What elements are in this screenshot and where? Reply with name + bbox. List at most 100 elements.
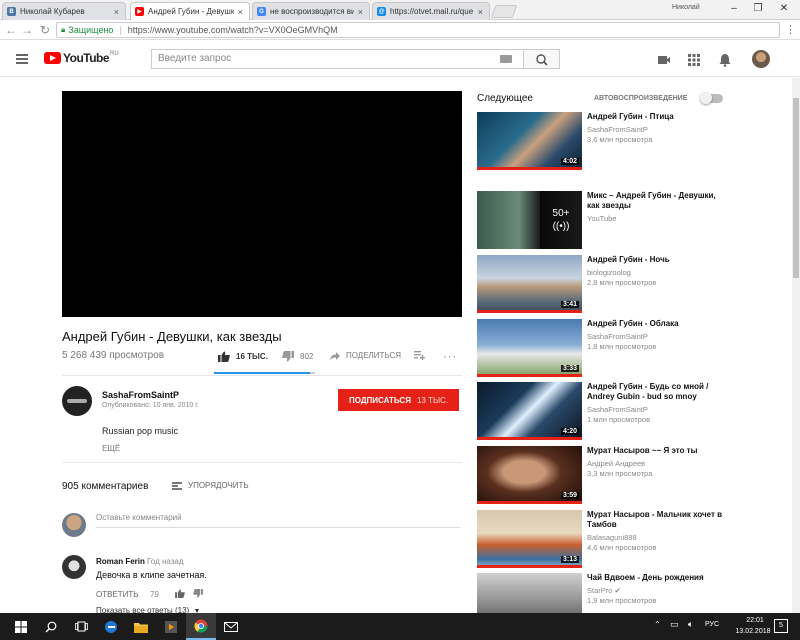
video-thumbnail[interactable]: 4:02 (477, 112, 582, 170)
show-hidden-icons[interactable]: ⌃ (654, 620, 661, 629)
browser-tab-youtube[interactable]: ▶ Андрей Губин - Девушк × (130, 2, 250, 20)
browser-menu-icon[interactable]: ⋮ (785, 23, 796, 36)
browser-tab-vk[interactable]: B Николай Кубарев × (2, 2, 126, 20)
task-view-icon[interactable] (66, 613, 96, 640)
thumbs-up-icon (218, 351, 230, 362)
sidebar-video-item[interactable]: 3:41 Андрей Губин - Ночь biologizoolog 2… (477, 255, 727, 315)
comment-dislike-icon[interactable] (193, 589, 203, 598)
action-center-icon[interactable]: 5 (774, 619, 788, 633)
like-button[interactable]: 16 ТЫС. (218, 351, 268, 362)
add-to-playlist-button[interactable] (414, 351, 425, 360)
upload-video-icon[interactable] (657, 53, 671, 67)
address-bar[interactable]: 🔒︎ Защищено | https://www.youtube.com/wa… (56, 22, 780, 38)
sidebar-video-title[interactable]: Микс – Андрей Губин - Девушки, как звезд… (587, 191, 729, 211)
close-tab-icon[interactable]: × (114, 7, 119, 17)
media-player-icon[interactable] (156, 613, 186, 640)
sidebar-mix-item[interactable]: 50+ ((•)) Микс – Андрей Губин - Девушки,… (477, 191, 727, 251)
sort-comments-button[interactable]: УПОРЯДОЧИТЬ (172, 481, 249, 490)
comment-input[interactable]: Оставьте комментарий (96, 512, 460, 528)
sidebar-video-title[interactable]: Мурат Насыров - Мальчик хочет в Тамбов (587, 510, 729, 530)
sidebar-video-item[interactable]: 4:02 Андрей Губин - Птица SashaFromSaint… (477, 112, 727, 172)
browser-tab-mail-ru[interactable]: @ https://otvet.mail.ru/que × (372, 2, 490, 20)
sidebar-video-item[interactable]: 4:20 Андрей Губин - Будь со мной / Andre… (477, 382, 727, 442)
comment-time[interactable]: Год назад (147, 557, 184, 566)
page-scrollbar[interactable] (792, 78, 800, 613)
sidebar-video-title[interactable]: Андрей Губин - Будь со мной / Andrey Gub… (587, 382, 729, 402)
youtube-icon: ▶ (135, 7, 144, 16)
more-actions-icon[interactable]: ··· (443, 351, 457, 363)
keyboard-icon[interactable] (500, 55, 512, 63)
sidebar-video-item[interactable]: 3:59 Мурат Насыров ~~ Я это ты Андрей Ан… (477, 446, 727, 506)
sidebar-video-views: 4,6 млн просмотров (587, 543, 657, 552)
watched-progress-bar (477, 565, 582, 568)
video-player[interactable] (62, 91, 462, 317)
video-thumbnail[interactable]: 3:13 (477, 510, 582, 568)
sidebar-video-item[interactable]: Чай Вдвоем - День рождения StarPro ✔ 1,9… (477, 573, 727, 613)
mix-overlay: 50+ ((•)) (540, 191, 582, 249)
comment-author[interactable]: Roman Ferin (96, 557, 145, 566)
channel-name[interactable]: SashaFromSaintP (102, 390, 179, 400)
volume-icon[interactable]: 🔈︎ (688, 619, 693, 630)
clock-date[interactable]: 13.02.2018 (733, 628, 773, 635)
video-thumbnail[interactable]: 3:33 (477, 319, 582, 377)
video-thumbnail[interactable]: 3:59 (477, 446, 582, 504)
hamburger-menu-icon[interactable] (16, 54, 28, 64)
video-duration: 3:59 (560, 492, 579, 499)
reply-button[interactable]: ОТВЕТИТЬ (96, 590, 139, 599)
input-language[interactable]: РУС (705, 621, 719, 628)
channel-avatar[interactable] (62, 386, 92, 416)
commenter-avatar[interactable] (62, 555, 86, 579)
close-tab-icon[interactable]: × (478, 7, 483, 17)
browser-profile-name[interactable]: Николай (672, 4, 700, 11)
windows-start-icon[interactable] (6, 613, 36, 640)
file-explorer-icon[interactable] (126, 613, 156, 640)
new-tab-button[interactable] (490, 5, 518, 18)
sidebar-video-title[interactable]: Андрей Губин - Облака (587, 319, 729, 329)
minimize-icon[interactable]: – (724, 2, 744, 16)
close-window-icon[interactable]: ✕ (774, 2, 794, 16)
edge-browser-icon[interactable] (96, 613, 126, 640)
search-input[interactable]: Введите запрос (151, 49, 524, 69)
video-thumbnail[interactable]: 4:20 (477, 382, 582, 440)
video-thumbnail[interactable]: 3:41 (477, 255, 582, 313)
user-avatar[interactable] (752, 50, 770, 68)
video-thumbnail[interactable] (477, 573, 582, 613)
network-icon[interactable]: ▭ (670, 619, 679, 630)
sidebar-video-channel: YouTube (587, 214, 617, 223)
youtube-logo[interactable]: YouTube RU (44, 51, 119, 65)
close-tab-icon[interactable]: × (238, 7, 243, 17)
sidebar-video-title[interactable]: Андрей Губин - Птица (587, 112, 729, 122)
notifications-bell-icon[interactable] (718, 53, 732, 67)
clock-time[interactable]: 22:01 (737, 617, 773, 624)
apps-grid-icon[interactable] (687, 53, 701, 67)
sidebar-video-title[interactable]: Мурат Насыров ~~ Я это ты (587, 446, 729, 456)
google-icon: G (257, 7, 266, 16)
sidebar-video-title[interactable]: Чай Вдвоем - День рождения (587, 573, 727, 583)
tab-title: не воспроизводится ви (270, 7, 354, 16)
sidebar-video-views: 2,8 млн просмотров (587, 278, 657, 287)
sidebar-video-item[interactable]: 3:33 Андрей Губин - Облака SashaFromSain… (477, 319, 727, 379)
scrollbar-thumb[interactable] (793, 98, 799, 278)
browser-tab-google[interactable]: G не воспроизводится ви × (252, 2, 370, 20)
mix-thumbnail[interactable]: 50+ ((•)) (477, 191, 582, 249)
share-button[interactable]: ПОДЕЛИТЬСЯ (330, 351, 401, 360)
back-arrow-icon[interactable]: ← (4, 23, 18, 37)
close-tab-icon[interactable]: × (358, 7, 363, 17)
comment-like-icon[interactable] (175, 589, 185, 598)
show-more-button[interactable]: ЕЩЁ (102, 444, 120, 453)
search-icon[interactable] (36, 613, 66, 640)
chrome-taskbar-icon[interactable] (186, 613, 216, 640)
dislike-count: 802 (300, 352, 314, 361)
sidebar-video-title[interactable]: Андрей Губин - Ночь (587, 255, 729, 265)
autoplay-toggle[interactable] (700, 92, 723, 104)
browser-tab-strip: B Николай Кубарев × ▶ Андрей Губин - Дев… (0, 0, 800, 20)
reload-icon[interactable]: ↻ (38, 23, 52, 37)
subscribe-button[interactable]: ПОДПИСАТЬСЯ 13 ТЫС. (338, 389, 459, 411)
url-text: https://www.youtube.com/watch?v=VX0OeGMV… (127, 25, 338, 35)
forward-arrow-icon[interactable]: → (20, 23, 34, 37)
sidebar-video-item[interactable]: 3:13 Мурат Насыров - Мальчик хочет в Там… (477, 510, 727, 570)
search-button[interactable] (523, 49, 560, 69)
maximize-icon[interactable]: ❐ (748, 2, 768, 16)
dislike-button[interactable]: 802 (282, 351, 313, 362)
mail-icon[interactable] (216, 613, 246, 640)
